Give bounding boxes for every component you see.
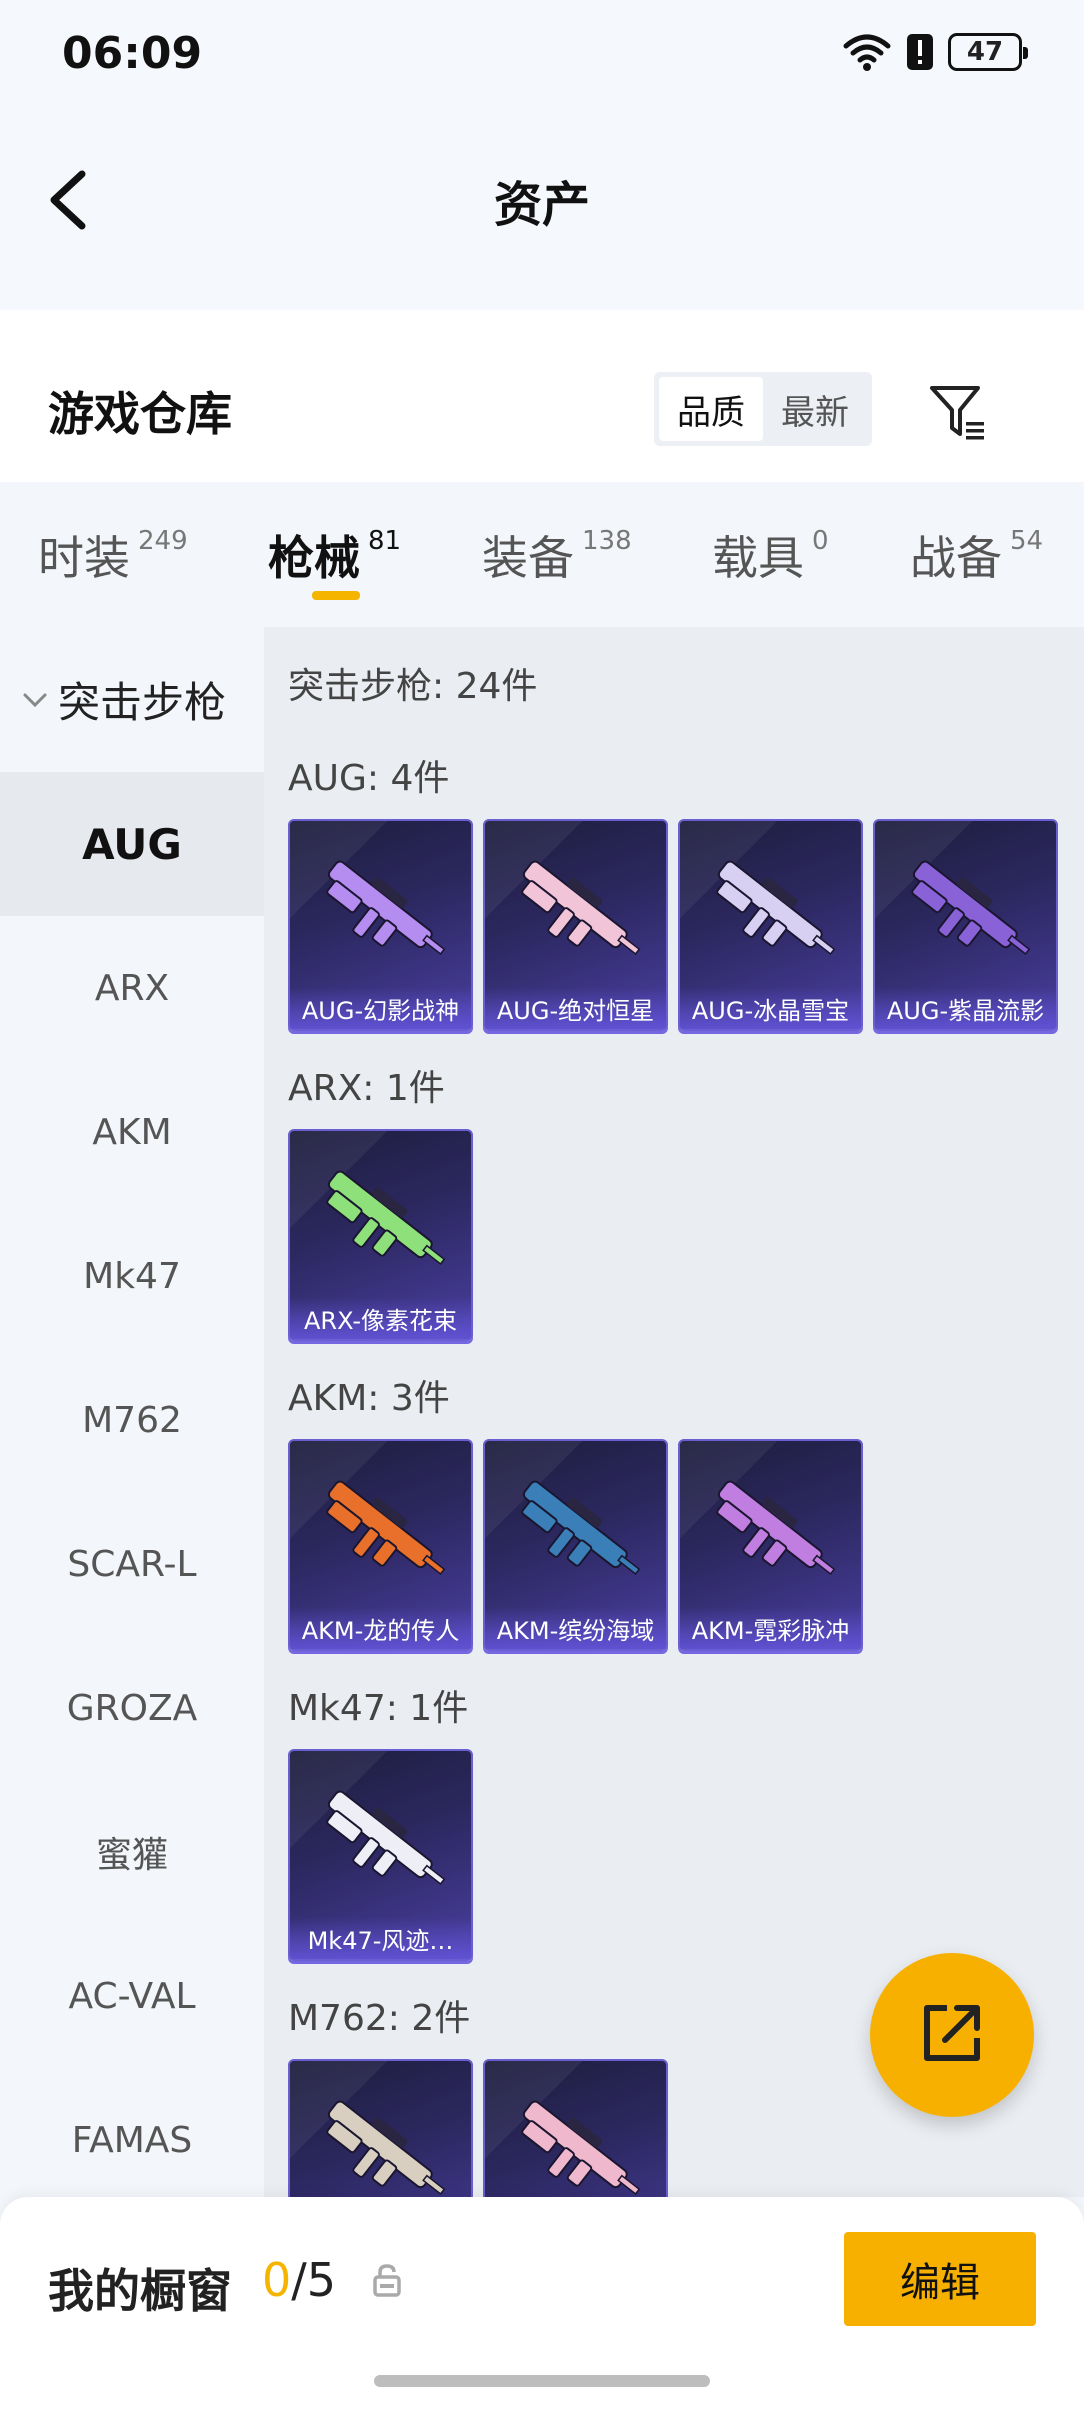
page-title: 资产 xyxy=(493,177,590,233)
skin-card[interactable]: AKM-龙的传人 xyxy=(288,1439,473,1651)
sort-toggle: 品质 最新 xyxy=(654,372,872,446)
share-icon xyxy=(919,2000,985,2070)
share-button[interactable] xyxy=(870,1953,1034,2117)
sidebar-group-assault-rifles[interactable]: 突击步枪 xyxy=(0,627,264,772)
section-title: AUG: 4件 xyxy=(288,758,450,799)
tab-fashion[interactable]: 时装 249 xyxy=(38,522,188,588)
section-grid-mk47: Mk47-风迹… xyxy=(288,1749,473,1961)
warehouse-title: 游戏仓库 xyxy=(48,387,232,441)
section-grid-m762 xyxy=(288,2059,668,2197)
lock-icon xyxy=(372,2263,402,2297)
section-grid-arx: ARX-像素花束 xyxy=(288,1129,473,1341)
wifi-icon xyxy=(842,32,892,72)
status-bar: 06:09 47 xyxy=(0,0,1084,110)
sort-quality-button[interactable]: 品质 xyxy=(659,377,763,441)
sidebar-item-ac-val[interactable]: AC-VAL xyxy=(0,1924,264,2068)
skin-card[interactable]: ARX-像素花束 xyxy=(288,1129,473,1341)
weapon-sidebar: 突击步枪 AUG ARX AKM Mk47 M762 SCAR-L GROZA … xyxy=(0,627,264,2197)
filter-icon[interactable] xyxy=(928,382,988,442)
alert-icon xyxy=(906,33,934,71)
sidebar-item-famas[interactable]: FAMAS xyxy=(0,2068,264,2197)
skin-card[interactable]: AUG-绝对恒星 xyxy=(483,819,668,1031)
sidebar-item-scar-l[interactable]: SCAR-L xyxy=(0,1492,264,1636)
tab-vehicles[interactable]: 载具 0 xyxy=(712,522,829,588)
gun-icon xyxy=(698,839,848,979)
sidebar-item-m762[interactable]: M762 xyxy=(0,1348,264,1492)
showcase-bar: 我的橱窗 0/5 编辑 xyxy=(0,2197,1084,2412)
sidebar-item-arx[interactable]: ARX xyxy=(0,916,264,1060)
chevron-down-icon xyxy=(20,685,50,715)
sidebar-item-groza[interactable]: GROZA xyxy=(0,1636,264,1780)
edit-button[interactable]: 编辑 xyxy=(844,2232,1036,2326)
tab-active-indicator xyxy=(312,591,360,600)
nav-header: 资产 xyxy=(0,110,1084,310)
section-grid-akm: AKM-龙的传人 AKM-缤纷海域 AKM-霓彩脉冲 xyxy=(288,1439,863,1651)
status-icons: 47 xyxy=(842,32,1028,72)
showcase-label: 我的橱窗 xyxy=(48,2264,232,2318)
category-tabs: 时装 249 枪械 81 装备 138 载具 0 战备 54 xyxy=(0,482,1084,627)
gun-icon xyxy=(893,839,1043,979)
tab-guns[interactable]: 枪械 81 xyxy=(268,522,401,588)
skin-card[interactable]: AKM-霓彩脉冲 xyxy=(678,1439,863,1651)
battery-icon: 47 xyxy=(948,33,1028,71)
section-grid-aug: AUG-幻影战神 AUG-绝对恒星 AUG-冰晶雪宝 AUG-紫晶流影 xyxy=(288,819,1058,1031)
tab-equipment[interactable]: 装备 138 xyxy=(482,522,632,588)
skin-card[interactable] xyxy=(288,2059,473,2197)
skin-card[interactable]: AUG-冰晶雪宝 xyxy=(678,819,863,1031)
gun-icon xyxy=(698,1459,848,1599)
sidebar-item-akm[interactable]: AKM xyxy=(0,1060,264,1204)
skin-card[interactable]: Mk47-风迹… xyxy=(288,1749,473,1961)
status-time: 06:09 xyxy=(62,28,203,79)
gun-icon xyxy=(308,1459,458,1599)
sidebar-item-honey-badger[interactable]: 蜜獾 xyxy=(0,1780,264,1924)
skin-card[interactable] xyxy=(483,2059,668,2197)
gun-icon xyxy=(308,839,458,979)
gun-icon xyxy=(503,2079,653,2197)
gun-icon xyxy=(308,1769,458,1909)
section-title: Mk47: 1件 xyxy=(288,1688,469,1729)
sidebar-item-mk47[interactable]: Mk47 xyxy=(0,1204,264,1348)
section-title: ARX: 1件 xyxy=(288,1068,445,1109)
tab-supplies[interactable]: 战备 54 xyxy=(910,522,1043,588)
gun-icon xyxy=(308,1149,458,1289)
warehouse-header: 游戏仓库 品质 最新 xyxy=(0,310,1084,482)
skin-card[interactable]: AUG-紫晶流影 xyxy=(873,819,1058,1031)
section-title: M762: 2件 xyxy=(288,1998,471,2039)
skin-card[interactable]: AUG-幻影战神 xyxy=(288,819,473,1031)
category-summary: 突击步枪: 24件 xyxy=(288,666,538,707)
showcase-count: 0/5 xyxy=(262,2253,337,2307)
gun-icon xyxy=(503,1459,653,1599)
sidebar-item-aug[interactable]: AUG xyxy=(0,772,264,916)
gun-icon xyxy=(308,2079,458,2197)
skin-card[interactable]: AKM-缤纷海域 xyxy=(483,1439,668,1651)
home-indicator[interactable] xyxy=(374,2375,710,2387)
sort-latest-button[interactable]: 最新 xyxy=(763,377,867,441)
section-title: AKM: 3件 xyxy=(288,1378,450,1419)
gun-icon xyxy=(503,839,653,979)
